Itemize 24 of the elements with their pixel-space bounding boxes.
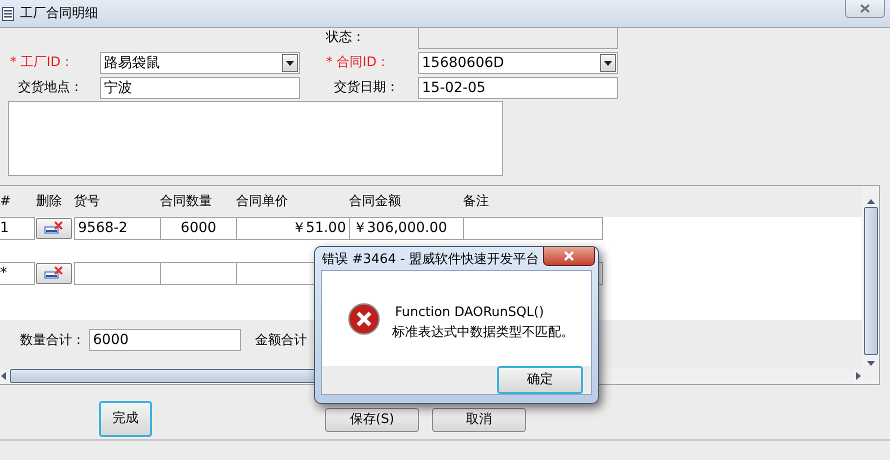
column-header: 合同金额 — [349, 192, 402, 211]
field-label: * 工厂ID： — [10, 54, 74, 72]
field-label: * 合同ID： — [326, 54, 390, 72]
total-quantity-field: 6000 — [89, 329, 241, 352]
field-label: 状态： — [326, 29, 366, 48]
field-label: 交货地点： — [17, 79, 84, 98]
field-label: 交货日期： — [333, 79, 400, 98]
table-cell: ￥306,000.00 — [349, 216, 464, 240]
error-message: Function DAORunSQL() 标准表达式中数据类型不匹配。 — [392, 304, 574, 342]
field-label: 金额合计 — [255, 332, 307, 350]
table-cell: 6000 — [160, 216, 237, 240]
dialog-title: 错误 #3464 - 盟威软件快速开发平台 — [321, 250, 540, 269]
column-header: 合同数量 — [160, 192, 213, 211]
column-header: 删除 — [36, 192, 63, 211]
column-header: 货号 — [74, 192, 101, 211]
column-header: 备注 — [463, 192, 490, 211]
field-label: 数量合计： — [20, 332, 85, 350]
table-cell: ￥51.00 — [236, 216, 350, 240]
column-header: 合同单价 — [236, 192, 289, 211]
table-cell: 9568-2 — [74, 216, 161, 240]
record-marker: 1 — [0, 216, 35, 240]
column-header: # — [0, 192, 12, 211]
window-title: 工厂合同明细 — [20, 4, 98, 23]
record-marker: * — [0, 262, 35, 285]
